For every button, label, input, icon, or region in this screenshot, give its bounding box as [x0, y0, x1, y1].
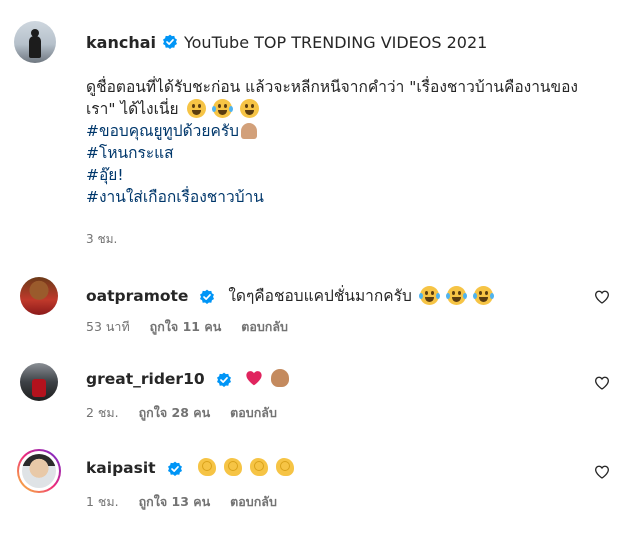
verified-badge-icon: [216, 372, 231, 387]
hashtag-thank-youtube[interactable]: #ขอบคุณยูทูปด้วยครับ: [86, 120, 610, 142]
comment-meta: 53 นาที ถูกใจ 11 คน ตอบกลับ: [86, 317, 304, 337]
comment-time: 53 นาที: [86, 319, 130, 334]
comment-great-rider10: great_rider10 2 ชม. ถูกใจ 28 คน ตอบกลับ: [14, 363, 614, 423]
like-heart-icon[interactable]: [594, 289, 610, 305]
clapping-hands-emoji-icon: [250, 458, 269, 476]
avatar-kanchai[interactable]: [14, 21, 56, 63]
tears-of-joy-emoji-icon: [212, 99, 234, 118]
comment-likes-count[interactable]: ถูกใจ 11 คน: [150, 319, 222, 334]
comment-body: great_rider10: [86, 369, 290, 388]
caption-line-2-text: เรา" ได้ไงเนี่ย: [86, 100, 179, 118]
avatar-kaipasit: [22, 454, 56, 488]
comment-body: oatpramote ใดๆคือชอบแคปชั่นมากครับ: [86, 283, 494, 308]
comment-kaipasit: kaipasit 1 ชม. ถูกใจ 13 คน ตอบกลับ: [14, 449, 614, 512]
clapping-hands-emoji-icon: [276, 458, 295, 476]
post-time: 3 ชม.: [86, 232, 118, 246]
post-title: YouTube TOP TRENDING VIDEOS 2021: [183, 32, 488, 52]
tears-of-joy-emoji-icon: [445, 286, 467, 305]
instagram-comments-panel: kanchai YouTube TOP TRENDING VIDEOS 2021…: [0, 0, 625, 534]
like-heart-icon[interactable]: [594, 464, 610, 480]
verified-badge-icon: [200, 289, 215, 304]
comment-likes-count[interactable]: ถูกใจ 13 คน: [139, 494, 211, 509]
caption-line-1: ดูชื่อตอนที่ได้รับชะก่อน แล้วจะหลีกหนีจา…: [86, 78, 578, 96]
comment-time: 2 ชม.: [86, 405, 119, 420]
reply-button[interactable]: ตอบกลับ: [241, 319, 288, 334]
comment-username[interactable]: oatpramote: [86, 287, 188, 305]
reply-button[interactable]: ตอบกลับ: [230, 494, 277, 509]
clapping-hands-emoji-icon: [224, 458, 243, 476]
folded-hands-emoji-icon: [241, 123, 258, 139]
winking-tongue-emoji-icon: [186, 99, 206, 118]
caption-line-2: เรา" ได้ไงเนี่ย: [86, 98, 610, 120]
tears-of-joy-emoji-icon: [472, 286, 494, 305]
comment-time: 1 ชม.: [86, 494, 119, 509]
avatar-oatpramote[interactable]: [20, 277, 58, 315]
clapping-hands-emoji-icon: [198, 458, 217, 476]
smiling-face-emoji-icon: [240, 99, 260, 118]
red-heart-emoji-icon: [245, 371, 262, 386]
avatar-great-rider10[interactable]: [20, 363, 58, 401]
caption-text: ดูชื่อตอนที่ได้รับชะก่อน แล้วจะหลีกหนีจา…: [86, 76, 610, 208]
story-ring[interactable]: [17, 449, 61, 493]
comment-oatpramote: oatpramote ใดๆคือชอบแคปชั่นมากครับ 53 นา…: [14, 277, 614, 337]
hashtag-gossip[interactable]: #งานใส่เกือกเรื่องชาวบ้าน: [86, 186, 610, 208]
flexed-biceps-emoji-icon: [271, 369, 290, 387]
comment-username[interactable]: kaipasit: [86, 459, 156, 477]
comment-text: ใดๆคือชอบแคปชั่นมากครับ: [228, 287, 412, 305]
post-username[interactable]: kanchai: [86, 33, 156, 52]
comment-username[interactable]: great_rider10: [86, 370, 205, 388]
comment-body: kaipasit: [86, 458, 295, 477]
comment-likes-count[interactable]: ถูกใจ 28 คน: [139, 405, 211, 420]
hashtag-trend[interactable]: #โหนกระแส: [86, 142, 610, 164]
hashtag-oops[interactable]: #อุ๊ย!: [86, 164, 610, 186]
hashtag-thank-youtube-text: #ขอบคุณยูทูปด้วยครับ: [86, 122, 240, 140]
verified-badge-icon: [162, 34, 177, 49]
comment-meta: 1 ชม. ถูกใจ 13 คน ตอบกลับ: [86, 492, 293, 512]
like-heart-icon[interactable]: [594, 375, 610, 391]
verified-badge-icon: [167, 461, 182, 476]
post-caption: kanchai YouTube TOP TRENDING VIDEOS 2021…: [14, 20, 614, 249]
comment-meta: 2 ชม. ถูกใจ 28 คน ตอบกลับ: [86, 403, 293, 423]
reply-button[interactable]: ตอบกลับ: [230, 405, 277, 420]
post-header: kanchai YouTube TOP TRENDING VIDEOS 2021: [14, 20, 614, 64]
story-ring-inner: [19, 451, 59, 491]
tears-of-joy-emoji-icon: [418, 286, 440, 305]
